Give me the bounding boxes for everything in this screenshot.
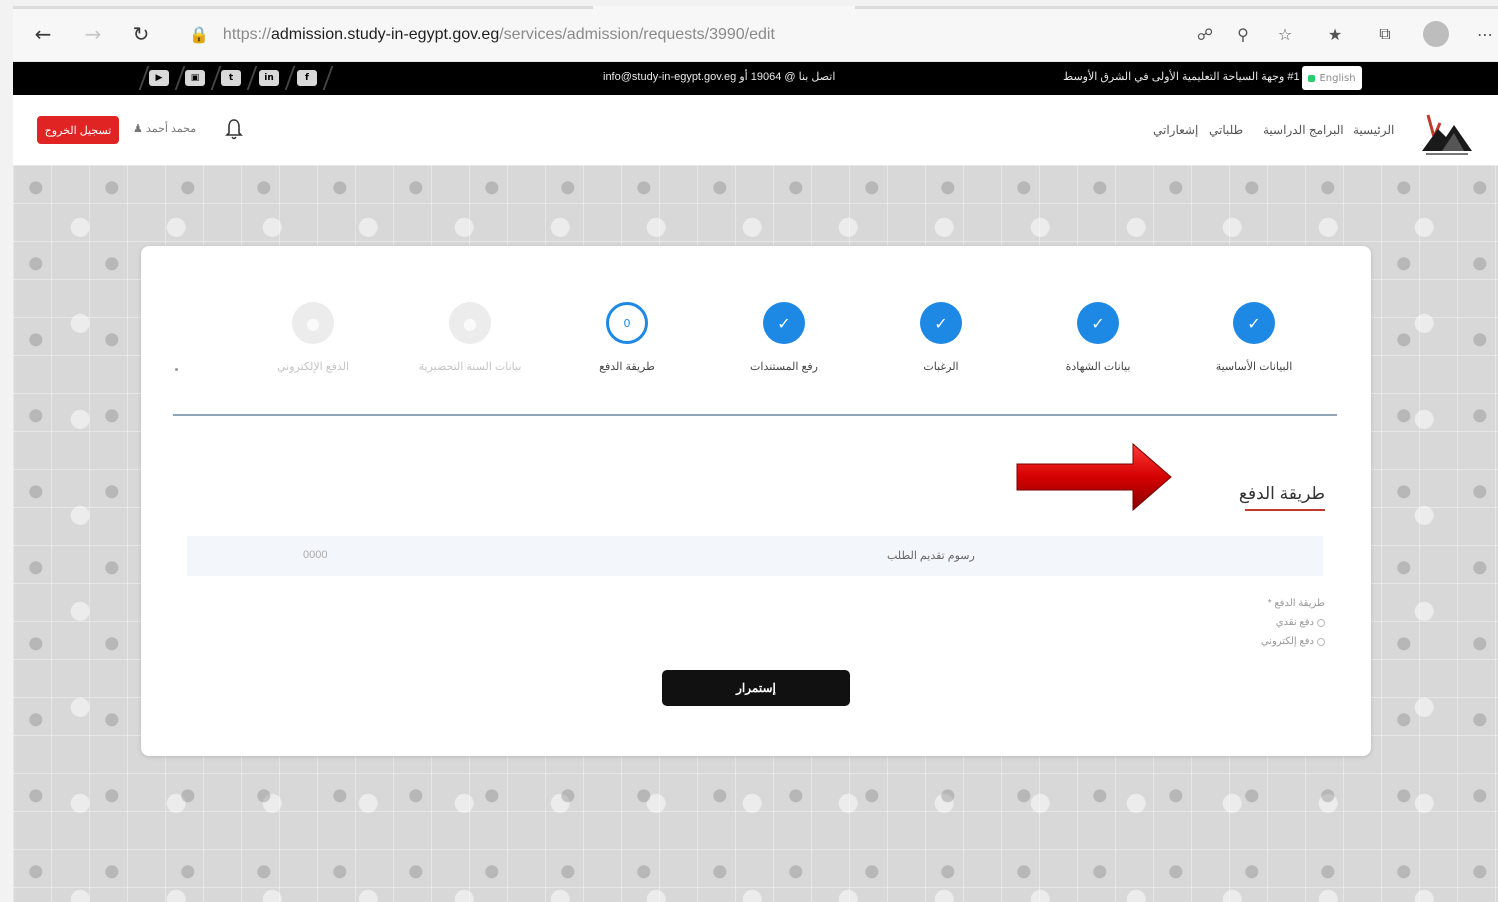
read-aloud-icon[interactable]: ☍ <box>1193 22 1217 46</box>
address-bar[interactable]: 🔒 https://admission.study-in-egypt.gov.e… <box>189 22 775 48</box>
nav-home[interactable]: الرئيسية <box>1353 123 1394 137</box>
twitter-icon[interactable]: t <box>221 70 241 86</box>
step-certificate-data[interactable]: ✓ بيانات الشهادة <box>1043 302 1153 376</box>
fee-value: 0000 <box>303 549 328 561</box>
step-label: الدفع الإلكتروني <box>276 361 350 373</box>
step-label: طريقة الدفع <box>599 361 655 373</box>
step-label: البيانات الأساسية <box>1215 361 1293 373</box>
payment-option-label: دفع نقدي <box>1275 617 1314 628</box>
facebook-icon[interactable]: f <box>297 70 317 86</box>
user-menu[interactable]: محمد أحمد ♟ <box>133 122 196 135</box>
add-favorite-icon[interactable]: ☆ <box>1273 22 1297 46</box>
pending-step-icon: ● <box>292 302 334 344</box>
browser-toolbar: ← → ↻ 🔒 https://admission.study-in-egypt… <box>13 6 1498 62</box>
step-current-marker: 0 <box>606 302 648 344</box>
section-title: طريقة الدفع <box>1238 484 1325 503</box>
step-electronic-payment: ● الدفع الإلكتروني <box>258 302 368 376</box>
nav-study-programs[interactable]: البرامج الدراسية <box>1263 123 1344 137</box>
favorites-icon[interactable]: ★ <box>1323 22 1347 46</box>
check-icon: ✓ <box>1233 302 1275 344</box>
red-arrow-annotation <box>1016 442 1172 512</box>
logout-button[interactable]: تسجيل الخروج <box>37 116 119 144</box>
payment-option-cash[interactable]: دفع نقدي <box>1261 613 1325 632</box>
fee-row: رسوم تقديم الطلب 0000 <box>187 536 1323 576</box>
collections-icon[interactable]: ⧉ <box>1373 22 1397 46</box>
language-button[interactable]: English <box>1302 66 1362 90</box>
language-label: English <box>1319 72 1356 84</box>
step-payment-method[interactable]: 0 طريقة الدفع <box>572 302 682 376</box>
step-label: رفع المستندات <box>750 361 818 373</box>
check-icon: ✓ <box>1077 302 1119 344</box>
notifications-bell-icon[interactable] <box>225 117 245 141</box>
step-preferences[interactable]: ✓ الرغبات <box>886 302 996 376</box>
url-path: /services/admission/requests/3990/edit <box>499 26 775 43</box>
tab-strip <box>13 6 1498 9</box>
payment-method-group: طريقة الدفع * دفع نقدي دفع إلكتروني <box>1261 594 1325 651</box>
back-icon[interactable]: ← <box>29 20 57 48</box>
browser-window: ← → ↻ 🔒 https://admission.study-in-egypt… <box>13 6 1498 902</box>
language-flag-icon <box>1308 74 1316 82</box>
admission-form-card: ✓ البيانات الأساسية ✓ بيانات الشهادة ✓ ا… <box>141 246 1371 756</box>
forward-icon[interactable]: → <box>79 20 107 48</box>
step-basic-info[interactable]: ✓ البيانات الأساسية <box>1199 302 1309 376</box>
site-header: تسجيل الخروج محمد أحمد ♟ إشعاراتي طلباتي… <box>13 95 1498 165</box>
site-topbar: ▶ ▣ t in f اتصل بنا @ 19064 أو info@stud… <box>13 62 1498 95</box>
check-icon: ✓ <box>763 302 805 344</box>
step-label: بيانات السنة التحضيرية <box>418 361 522 373</box>
stepper-divider <box>173 414 1337 416</box>
zoom-icon[interactable]: ⚲ <box>1231 22 1255 46</box>
payment-option-electronic[interactable]: دفع إلكتروني <box>1261 632 1325 651</box>
stepper-scroll-indicator <box>175 368 178 371</box>
nav-my-requests[interactable]: طلباتي <box>1209 123 1243 137</box>
instagram-icon[interactable]: ▣ <box>185 70 205 86</box>
step-preparatory-year: ● بيانات السنة التحضيرية <box>415 302 525 376</box>
step-upload-documents[interactable]: ✓ رفع المستندات <box>729 302 839 376</box>
reload-icon[interactable]: ↻ <box>127 20 155 48</box>
continue-button[interactable]: إستمرار <box>662 670 850 706</box>
pending-step-icon: ● <box>449 302 491 344</box>
user-name: محمد أحمد <box>145 123 197 135</box>
url-scheme: https:// <box>222 26 271 43</box>
radio-icon[interactable] <box>1317 637 1325 646</box>
youtube-icon[interactable]: ▶ <box>149 70 169 86</box>
screenshot-frame: ← → ↻ 🔒 https://admission.study-in-egypt… <box>0 0 1498 902</box>
payment-option-label: دفع إلكتروني <box>1260 636 1314 647</box>
user-icon: ♟ <box>133 123 143 135</box>
step-label: الرغبات <box>923 361 959 373</box>
title-underline <box>1245 509 1325 511</box>
radio-icon[interactable] <box>1317 618 1325 627</box>
linkedin-icon[interactable]: in <box>259 70 279 86</box>
payment-method-label: طريقة الدفع * <box>1267 598 1325 609</box>
step-label: بيانات الشهادة <box>1065 361 1131 373</box>
fee-label: رسوم تقديم الطلب <box>887 550 975 562</box>
profile-avatar[interactable] <box>1423 21 1449 47</box>
more-icon[interactable]: ⋯ <box>1473 22 1497 46</box>
site-logo[interactable] <box>1418 103 1476 159</box>
url-host: admission.study-in-egypt.gov.eg <box>270 26 500 43</box>
lock-icon: 🔒 <box>189 27 209 44</box>
nav-my-notifications[interactable]: إشعاراتي <box>1153 123 1198 137</box>
check-icon: ✓ <box>920 302 962 344</box>
contact-info[interactable]: اتصل بنا @ 19064 أو info@study-in-egypt.… <box>603 70 835 83</box>
slogan: #1 وجهة السياحة التعليمية الأولى في الشر… <box>1063 71 1300 83</box>
